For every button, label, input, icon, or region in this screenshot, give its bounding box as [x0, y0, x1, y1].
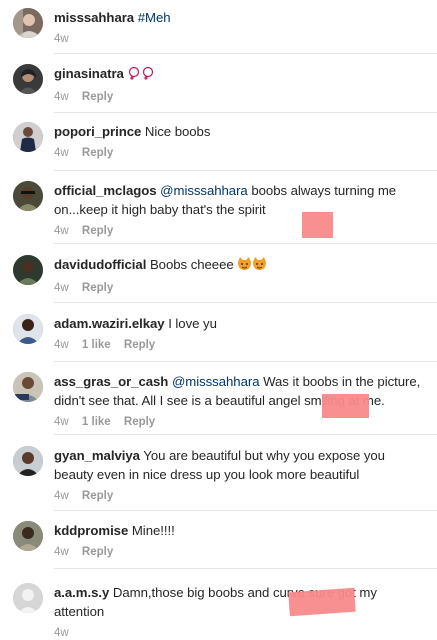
divider: [54, 434, 437, 435]
cat-emoji: [237, 257, 267, 276]
comment-meta: 4w: [54, 32, 427, 46]
mention-link[interactable]: @misssahhara: [160, 183, 248, 198]
avatar[interactable]: [13, 181, 43, 211]
timestamp: 4w: [54, 546, 69, 558]
username[interactable]: davidudofficial: [54, 257, 146, 272]
comment-body: Boobs cheeee: [149, 257, 234, 272]
divider: [54, 510, 437, 511]
timestamp: 4w: [54, 416, 69, 428]
redaction-mark: [302, 212, 333, 238]
reply-button[interactable]: Reply: [82, 225, 113, 237]
reply-button[interactable]: Reply: [124, 416, 155, 428]
timestamp: 4w: [54, 91, 69, 103]
likes-count[interactable]: 1 like: [82, 339, 111, 351]
timestamp: 4w: [54, 282, 69, 294]
username[interactable]: official_mclagos: [54, 183, 157, 198]
username[interactable]: kddpromise: [54, 523, 128, 538]
timestamp: 4w: [54, 490, 69, 502]
comment-meta: 4w 1 like Reply: [54, 338, 427, 352]
comment-text: davidudofficial Boobs cheeee: [54, 255, 427, 276]
comment-meta: 4w Reply: [54, 545, 427, 559]
reply-button[interactable]: Reply: [82, 546, 113, 558]
avatar[interactable]: [13, 255, 43, 285]
redaction-mark: [322, 394, 369, 418]
timestamp: 4w: [54, 627, 69, 639]
username[interactable]: gyan_malviya: [54, 448, 140, 463]
comment-meta: 4w Reply: [54, 90, 427, 104]
avatar[interactable]: [13, 64, 43, 94]
comment-text: popori_prince Nice boobs: [54, 122, 427, 141]
comment-meta: 4w Reply: [54, 224, 427, 238]
divider: [54, 243, 437, 244]
reply-button[interactable]: Reply: [82, 91, 113, 103]
comment-text: official_mclagos @misssahhara boobs alwa…: [54, 181, 427, 219]
avatar[interactable]: [13, 446, 43, 476]
comment-body: Mine!!!!: [131, 523, 175, 538]
comment-meta: 4w Reply: [54, 146, 427, 160]
redaction-mark: [288, 587, 356, 617]
comment-body: Nice boobs: [144, 124, 211, 139]
username[interactable]: ginasinatra: [54, 66, 124, 81]
timestamp: 4w: [54, 147, 69, 159]
divider: [54, 361, 437, 362]
username[interactable]: a.a.m.s.y: [54, 585, 109, 600]
divider: [54, 112, 437, 113]
thought-bubble-emoji: [127, 66, 157, 85]
username[interactable]: ass_gras_or_cash: [54, 374, 168, 389]
likes-count[interactable]: 1 like: [82, 416, 111, 428]
avatar[interactable]: [13, 521, 43, 551]
avatar[interactable]: [13, 8, 43, 38]
timestamp: 4w: [54, 339, 69, 351]
comment-text: gyan_malviya You are beautiful but why y…: [54, 446, 427, 484]
avatar[interactable]: [13, 314, 43, 344]
avatar[interactable]: [13, 122, 43, 152]
divider: [54, 568, 437, 569]
avatar[interactable]: [13, 372, 43, 402]
username[interactable]: misssahhara: [54, 10, 134, 25]
divider: [54, 170, 437, 171]
reply-button[interactable]: Reply: [82, 282, 113, 294]
comment-body: I love yu: [168, 316, 217, 331]
comment-meta: 4w Reply: [54, 489, 427, 503]
comment-meta: 4w: [54, 626, 427, 640]
timestamp: 4w: [54, 225, 69, 237]
divider: [54, 302, 437, 303]
comment-text: ass_gras_or_cash @misssahhara Was it boo…: [54, 372, 427, 410]
comment-text: misssahhara #Meh: [54, 8, 427, 27]
comment-meta: 4w Reply: [54, 281, 427, 295]
hashtag-link[interactable]: #Meh: [138, 10, 171, 25]
reply-button[interactable]: Reply: [82, 147, 113, 159]
timestamp: 4w: [54, 33, 69, 45]
reply-button[interactable]: Reply: [82, 490, 113, 502]
mention-link[interactable]: @misssahhara: [172, 374, 260, 389]
username[interactable]: popori_prince: [54, 124, 141, 139]
avatar[interactable]: [13, 583, 43, 613]
comment-text: adam.waziri.elkay I love yu: [54, 314, 427, 333]
reply-button[interactable]: Reply: [124, 339, 155, 351]
comment-text: ginasinatra: [54, 64, 427, 85]
comment-text: a.a.m.s.y Damn,those big boobs and curve…: [54, 583, 427, 621]
divider: [54, 53, 437, 54]
comment-meta: 4w 1 like Reply: [54, 415, 427, 429]
username[interactable]: adam.waziri.elkay: [54, 316, 165, 331]
comment-text: kddpromise Mine!!!!: [54, 521, 427, 540]
